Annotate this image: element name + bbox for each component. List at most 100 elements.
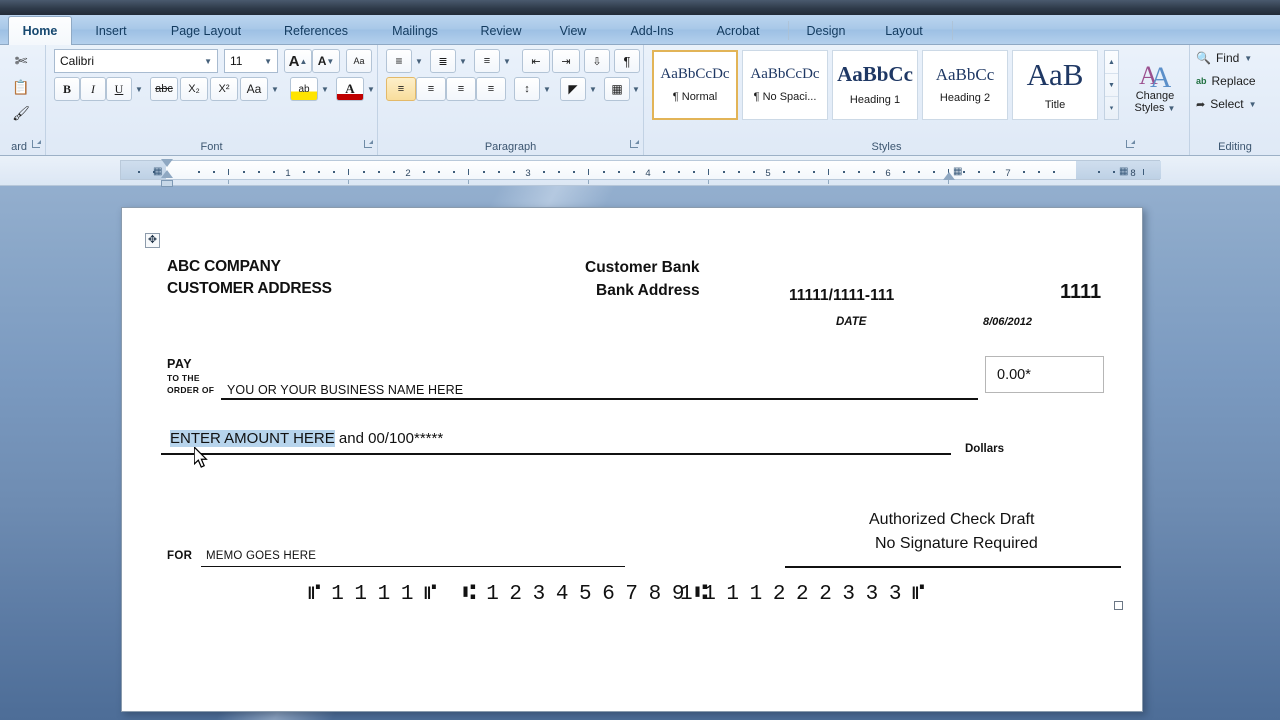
line-spacing-icon[interactable]: ↕ [514,77,540,101]
font-dialog-launcher[interactable] [362,140,373,151]
svg-text:A: A [1150,61,1171,90]
bullets-chevron-down-icon[interactable]: ▼ [412,49,426,73]
text-highlight-color-icon[interactable]: ab [290,77,318,101]
desktop-background: Home Insert Page Layout References Maili… [0,0,1280,720]
tab-label: Review [480,24,522,38]
check-number: 1111 [1060,281,1102,303]
check-bank-name: Customer Bank [585,259,700,276]
bullets-icon[interactable]: ≡ [386,49,412,73]
style-name: ¶ Normal [672,91,718,103]
tab-add-ins[interactable]: Add-Ins [616,17,688,45]
copy-icon[interactable]: 📋 [8,75,34,99]
style-name: ¶ No Spaci... [753,91,817,103]
cut-scissors-icon[interactable]: ✄ [8,49,34,73]
clipboard-dialog-launcher[interactable] [30,140,41,151]
font-name-combo[interactable]: Calibri ▼ [54,49,218,73]
subscript-button[interactable]: X₂ [180,77,208,101]
font-color-chevron-down-icon[interactable]: ▼ [364,77,378,101]
font-color-icon[interactable]: A [336,77,364,101]
styles-more-icon[interactable]: ▾ [1105,97,1118,119]
first-line-indent-marker[interactable] [161,159,173,167]
tab-separator [788,21,789,40]
tab-separator-right [952,21,953,40]
styles-gallery-scroll[interactable]: ▲ ▼ ▾ [1104,50,1119,120]
borders-icon[interactable]: ▦ [604,77,630,101]
justify-icon[interactable]: ≡ [476,77,506,101]
check-amount-words-selection[interactable]: ENTER AMOUNT HERE [170,430,335,447]
grow-font-icon[interactable]: A ▲ [284,49,312,73]
multilevel-list-icon[interactable]: ≡ [474,49,500,73]
tab-layout[interactable]: Layout [870,17,938,45]
tab-stop-marker-right[interactable]: ▦ [1119,166,1128,177]
styles-dialog-launcher[interactable] [1124,140,1135,151]
find-button[interactable]: 🔍 Find ▼ [1196,51,1252,65]
document-page[interactable]: ✥ ABC COMPANY CUSTOMER ADDRESS Customer … [121,207,1143,712]
select-button[interactable]: ➦ Select ▼ [1196,97,1257,111]
font-size-value: 11 [230,54,243,68]
underline-button[interactable]: U [106,77,132,101]
check-amount-box[interactable]: 0.00* [985,356,1104,393]
shading-icon[interactable]: ◤ [560,77,586,101]
tab-review[interactable]: Review [464,17,538,45]
hanging-indent-marker[interactable] [161,170,173,178]
increase-indent-icon[interactable]: ⇥ [552,49,580,73]
ruler-mark-8: 8 [1130,168,1136,179]
tab-references[interactable]: References [266,17,366,45]
clear-formatting-icon[interactable]: Aa [346,49,372,73]
title-bar-strip [0,0,1280,15]
check-payee[interactable]: YOU OR YOUR BUSINESS NAME HERE [227,383,463,397]
decrease-indent-icon[interactable]: ⇤ [522,49,550,73]
style-card-normal[interactable]: AaBbCcDc ¶ Normal [652,50,738,120]
micr-account-number: 1 1 1 1 2 2 2 3 3 3 ⑈ [680,583,925,606]
left-indent-marker[interactable] [161,180,173,187]
strikethrough-button[interactable]: abc [150,77,178,101]
tab-view[interactable]: View [544,17,602,45]
tab-mailings[interactable]: Mailings [370,17,460,45]
shading-chevron-down-icon[interactable]: ▼ [586,77,600,101]
sort-icon[interactable]: ⇩ [584,49,610,73]
align-right-icon[interactable]: ≡ [446,77,476,101]
style-card-no-spacing[interactable]: AaBbCcDc ¶ No Spaci... [742,50,828,120]
tab-acrobat[interactable]: Acrobat [700,17,776,45]
style-card-heading-2[interactable]: AaBbCc Heading 2 [922,50,1008,120]
select-label: Select [1210,97,1244,111]
tab-stop-marker-center[interactable]: ▦ [953,166,962,177]
tab-home[interactable]: Home [8,16,72,45]
highlight-chevron-down-icon[interactable]: ▼ [318,77,332,101]
styles-scroll-up-icon[interactable]: ▲ [1105,51,1118,74]
numbering-icon[interactable]: ≣ [430,49,456,73]
check-date-label: DATE [836,316,867,328]
align-left-icon[interactable]: ≡ [386,77,416,101]
table-move-handle[interactable]: ✥ [145,233,160,248]
align-center-icon[interactable]: ≡ [416,77,446,101]
replace-button[interactable]: ab Replace [1196,74,1256,88]
style-card-heading-1[interactable]: AaBbCс Heading 1 [832,50,918,120]
superscript-button[interactable]: X² [210,77,238,101]
borders-chevron-down-icon[interactable]: ▼ [630,77,642,101]
tab-design[interactable]: Design [794,17,858,45]
check-memo[interactable]: MEMO GOES HERE [206,550,316,562]
styles-scroll-down-icon[interactable]: ▼ [1105,74,1118,97]
tab-insert[interactable]: Insert [80,17,142,45]
check-for-label: FOR [167,550,193,562]
check-amount-words[interactable]: ENTER AMOUNT HERE and 00/100***** [170,430,443,447]
horizontal-ruler[interactable]: 1 2 3 4 5 6 7 8 ▦ ▦ ▦ [120,159,1161,187]
bold-button[interactable]: B [54,77,80,101]
numbering-chevron-down-icon[interactable]: ▼ [456,49,470,73]
italic-button[interactable]: I [80,77,106,101]
tab-label: Insert [95,24,127,38]
line-spacing-chevron-down-icon[interactable]: ▼ [540,77,554,101]
multilevel-chevron-down-icon[interactable]: ▼ [500,49,514,73]
style-card-title[interactable]: AaB Title [1012,50,1098,120]
font-size-combo[interactable]: 11 ▼ [224,49,278,73]
show-formatting-marks-icon[interactable]: ¶ [614,49,640,73]
change-case-chevron-down-icon[interactable]: ▼ [268,77,282,101]
underline-chevron-down-icon[interactable]: ▼ [132,77,146,101]
tab-stop-marker-left[interactable]: ▦ [153,166,162,177]
tab-page-layout[interactable]: Page Layout [150,17,262,45]
change-styles-button[interactable]: A A Change Styles ▼ [1126,49,1184,125]
format-painter-icon[interactable]: 🖌 [8,101,34,125]
paragraph-dialog-launcher[interactable] [628,140,639,151]
change-case-button[interactable]: Aa [240,77,268,101]
shrink-font-icon[interactable]: A ▼ [312,49,340,73]
